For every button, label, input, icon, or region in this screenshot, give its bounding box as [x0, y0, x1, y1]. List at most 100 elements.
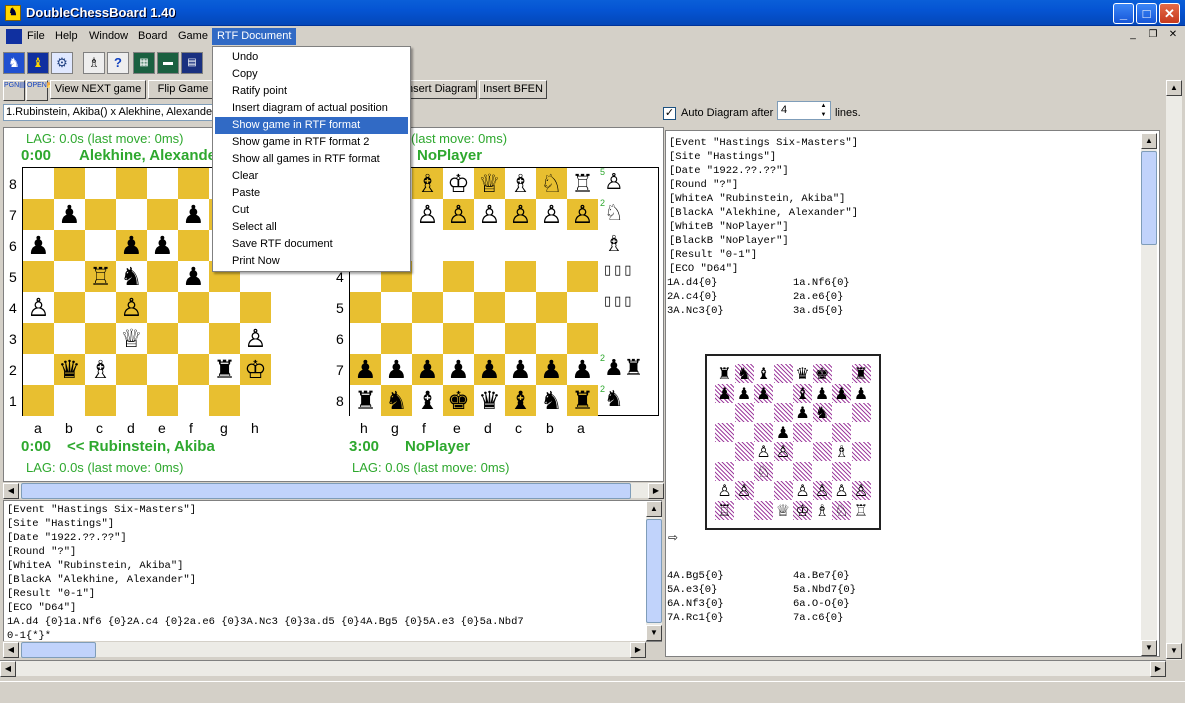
- minimize-button[interactable]: _: [1113, 3, 1134, 24]
- square[interactable]: [147, 261, 178, 292]
- square[interactable]: ♛: [474, 385, 505, 416]
- square[interactable]: ♙: [536, 199, 567, 230]
- window-tile-icon[interactable]: ▬: [157, 52, 179, 74]
- square[interactable]: ♟: [567, 354, 598, 385]
- square[interactable]: [536, 323, 567, 354]
- square[interactable]: [85, 230, 116, 261]
- menu-item-copy[interactable]: Copy: [215, 66, 408, 83]
- mdi-minimize-button[interactable]: _: [1125, 28, 1141, 42]
- square[interactable]: [209, 323, 240, 354]
- square[interactable]: [412, 323, 443, 354]
- square[interactable]: ♞: [536, 385, 567, 416]
- square[interactable]: ♛: [54, 354, 85, 385]
- window-grid-icon[interactable]: ▤: [181, 52, 203, 74]
- square[interactable]: ♟: [147, 230, 178, 261]
- pgn-hscroll[interactable]: ◀ ▶: [3, 641, 646, 658]
- menu-item-save-rtf-document[interactable]: Save RTF document: [215, 236, 408, 253]
- scroll-down-icon[interactable]: ▼: [646, 625, 662, 641]
- square[interactable]: ♝: [412, 385, 443, 416]
- reserve-piece[interactable]: ♘: [604, 201, 624, 226]
- square[interactable]: [85, 323, 116, 354]
- square[interactable]: [505, 323, 536, 354]
- square[interactable]: [412, 292, 443, 323]
- menu-item-show-game-in-rtf-format[interactable]: Show game in RTF format: [215, 117, 408, 134]
- square[interactable]: [23, 199, 54, 230]
- new-game-icon[interactable]: ♞: [3, 52, 25, 74]
- mdi-child-icon[interactable]: [6, 29, 22, 44]
- square[interactable]: ♟: [23, 230, 54, 261]
- square[interactable]: ♙: [443, 199, 474, 230]
- square[interactable]: ♟: [474, 354, 505, 385]
- square[interactable]: ♖: [85, 261, 116, 292]
- reserve-piece[interactable]: ♞: [604, 387, 624, 412]
- scroll-left-icon[interactable]: ◀: [0, 661, 16, 677]
- square[interactable]: [178, 354, 209, 385]
- square[interactable]: [23, 261, 54, 292]
- scroll-up-icon[interactable]: ▲: [646, 501, 662, 517]
- square[interactable]: ♔: [443, 168, 474, 199]
- menu-item-insert-diagram-of-actual-position[interactable]: Insert diagram of actual position: [215, 100, 408, 117]
- spinner-up-icon[interactable]: ▲: [817, 102, 830, 110]
- scroll-right-icon[interactable]: ▶: [648, 483, 664, 499]
- menu-item-ratify-point[interactable]: Ratify point: [215, 83, 408, 100]
- board-colors-icon[interactable]: ♝: [27, 52, 49, 74]
- square[interactable]: ♟: [350, 354, 381, 385]
- insert-bfen-button[interactable]: Insert BFEN: [479, 80, 547, 99]
- save-pgn-button[interactable]: PGN▤: [3, 80, 26, 101]
- square[interactable]: [505, 261, 536, 292]
- square[interactable]: [54, 230, 85, 261]
- square[interactable]: [209, 292, 240, 323]
- square[interactable]: [240, 292, 271, 323]
- square[interactable]: ♟: [443, 354, 474, 385]
- square[interactable]: ♝: [505, 385, 536, 416]
- square[interactable]: [240, 385, 271, 416]
- square[interactable]: ♟: [536, 354, 567, 385]
- square[interactable]: ♗: [505, 168, 536, 199]
- pgn-vscroll[interactable]: ▲ ▼: [646, 501, 662, 641]
- mdi-close-button[interactable]: ✕: [1165, 28, 1181, 42]
- square[interactable]: [536, 292, 567, 323]
- square[interactable]: [147, 168, 178, 199]
- menu-item-select-all[interactable]: Select all: [215, 219, 408, 236]
- square[interactable]: ♕: [474, 168, 505, 199]
- square[interactable]: ♜: [567, 385, 598, 416]
- scroll-right-icon[interactable]: ▶: [1150, 661, 1166, 677]
- square[interactable]: [147, 385, 178, 416]
- square[interactable]: ♙: [474, 199, 505, 230]
- square[interactable]: [54, 323, 85, 354]
- square[interactable]: ♟: [116, 230, 147, 261]
- square[interactable]: [85, 292, 116, 323]
- maximize-button[interactable]: □: [1136, 3, 1157, 24]
- engine-icon[interactable]: ♗: [83, 52, 105, 74]
- square[interactable]: [85, 385, 116, 416]
- square[interactable]: [381, 323, 412, 354]
- square[interactable]: [567, 323, 598, 354]
- square[interactable]: ♖: [567, 168, 598, 199]
- square[interactable]: ♟: [381, 354, 412, 385]
- square[interactable]: ♔: [240, 354, 271, 385]
- square[interactable]: [147, 323, 178, 354]
- square[interactable]: [536, 261, 567, 292]
- square[interactable]: [116, 168, 147, 199]
- pgn-text-area[interactable]: [Event "Hastings Six-Masters"] [Site "Has…: [3, 500, 662, 642]
- square[interactable]: [116, 354, 147, 385]
- flip-game-button[interactable]: Flip Game: [148, 80, 218, 99]
- window-cascade-icon[interactable]: ▦: [133, 52, 155, 74]
- square[interactable]: [178, 292, 209, 323]
- scroll-thumb[interactable]: [21, 642, 96, 658]
- view-next-game-button[interactable]: View NEXT game: [50, 80, 146, 99]
- mdi-restore-button[interactable]: ❐: [1145, 28, 1161, 42]
- square[interactable]: ♙: [412, 199, 443, 230]
- menu-rtf-document[interactable]: RTF Document: [212, 28, 297, 45]
- scroll-down-icon[interactable]: ▼: [1141, 640, 1157, 656]
- square[interactable]: [412, 261, 443, 292]
- square[interactable]: [350, 292, 381, 323]
- menu-item-show-game-in-rtf-format-2[interactable]: Show game in RTF format 2: [215, 134, 408, 151]
- square[interactable]: [567, 292, 598, 323]
- square[interactable]: [567, 261, 598, 292]
- square[interactable]: ♚: [443, 385, 474, 416]
- window-vscroll[interactable]: ▲ ▼: [1166, 80, 1182, 660]
- game-select-combo[interactable]: 1.Rubinstein, Akiba() x Alekhine, Alexan…: [3, 104, 213, 121]
- square[interactable]: [54, 292, 85, 323]
- square[interactable]: ♕: [116, 323, 147, 354]
